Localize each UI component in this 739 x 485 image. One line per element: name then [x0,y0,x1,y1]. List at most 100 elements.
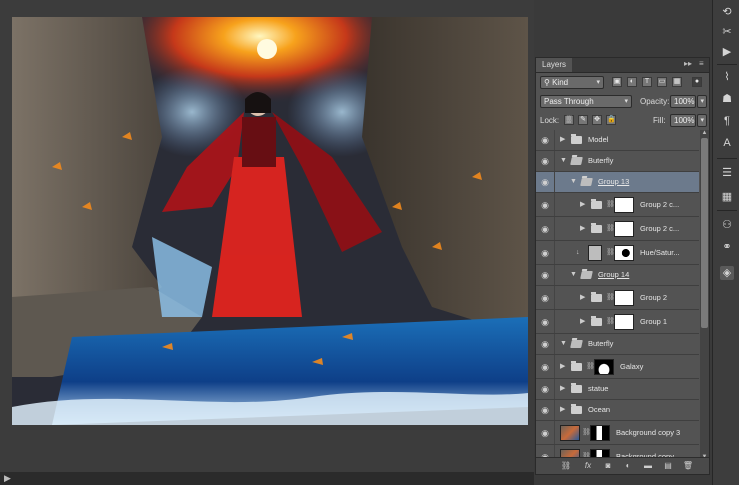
visibility-eye-icon[interactable]: ◉ [539,177,551,187]
layer-name[interactable]: Buterfly [588,155,613,167]
layer-name[interactable]: Model [588,134,608,146]
smart-object-filter-icon[interactable]: ▦ [672,77,682,87]
adjustment-icon[interactable]: ◐ [622,461,634,471]
layer-row[interactable]: ◉ ▼ Group 14 [536,265,699,286]
visibility-eye-icon[interactable]: ◉ [539,428,551,438]
visibility-eye-icon[interactable]: ◉ [539,270,551,280]
visibility-eye-icon[interactable]: ◉ [539,384,551,394]
adjustment-filter-icon[interactable]: ◐ [627,77,637,87]
opacity-slider-button[interactable]: ▾ [697,95,707,108]
trash-icon[interactable]: 🗑 [682,461,694,471]
layers-scrollbar[interactable]: ▲ ▼ [700,130,709,460]
collapse-triangle-icon[interactable]: ▼ [560,156,568,166]
fx-icon[interactable]: fx [582,461,594,471]
lock-pixels-icon[interactable]: ✎ [578,115,588,125]
layer-name[interactable]: Group 13 [598,176,629,188]
shape-filter-icon[interactable]: ▭ [657,77,667,87]
expand-triangle-icon[interactable]: ▶ [580,293,588,303]
tool-presets-icon[interactable]: ✂ [720,25,734,39]
visibility-eye-icon[interactable]: ◉ [539,293,551,303]
expand-triangle-icon[interactable]: ▶ [580,317,588,327]
layers-list[interactable]: ◉ ▶ Model ◉ ▼ Buterfly ◉ ▼ Group 13 ◉ ▶ ⛓ Group 2 c.… [536,130,699,460]
layer-mask-thumbnail[interactable] [594,358,614,375]
visibility-eye-icon[interactable]: ◉ [539,248,551,258]
document-canvas-area[interactable]: ▶ [0,0,534,485]
layer-name[interactable]: statue [588,383,608,395]
mask-link-icon[interactable]: ⛓ [586,362,595,372]
expand-triangle-icon[interactable]: ▶ [560,384,568,394]
layers-icon[interactable]: ◈ [720,266,734,280]
expand-arrow-icon[interactable]: ▶ [4,473,11,484]
layer-row[interactable]: ◉ ▶ ⛓ Group 2 c... [536,217,699,241]
collapse-triangle-icon[interactable]: ▼ [570,270,578,280]
mask-link-icon[interactable]: ⛓ [606,317,615,327]
expand-triangle-icon[interactable]: ▶ [560,405,568,415]
paragraph-icon[interactable]: ¶ [720,114,734,128]
layer-mask-thumbnail[interactable] [590,424,610,441]
blend-mode-select[interactable]: Pass Through ▾ [540,95,632,108]
filter-kind-select[interactable]: ⚲ Kind ▾ [540,76,604,89]
paths-icon[interactable]: ⚇ [720,218,734,232]
collapse-triangle-icon[interactable]: ▼ [570,177,578,187]
styles-icon[interactable]: ☰ [720,166,734,180]
layer-name[interactable]: Group 2 c... [640,199,679,211]
layer-row[interactable]: ◉ ⛓ Background copy 3 [536,421,699,445]
filter-toggle-icon[interactable]: ● [692,77,702,87]
brush-icon[interactable]: ⌇ [720,70,734,84]
pixel-filter-icon[interactable]: ▣ [612,77,622,87]
new-group-icon[interactable]: ▬ [642,461,654,471]
layer-mask-thumbnail[interactable] [614,220,634,237]
actions-icon[interactable]: ▶ [720,45,734,59]
layer-row[interactable]: ◉ ▶ ⛓ Group 1 [536,310,699,334]
layer-mask-thumbnail[interactable] [614,244,634,261]
fill-slider-button[interactable]: ▾ [697,114,707,127]
opacity-input[interactable]: 100% [670,95,696,108]
scroll-thumb[interactable] [701,138,708,328]
layer-mask-thumbnail[interactable] [614,196,634,213]
tab-layers[interactable]: Layers [536,58,573,72]
collapse-icon[interactable]: ▸▸ [684,59,692,68]
swatches-icon[interactable]: ▦ [720,190,734,204]
artwork-canvas[interactable] [12,17,528,425]
mask-link-icon[interactable]: ⛓ [606,293,615,303]
layer-name[interactable]: Galaxy [620,361,643,373]
new-layer-icon[interactable]: ▤ [662,461,674,471]
layer-name[interactable]: Hue/Satur... [640,247,680,259]
layer-row[interactable]: ◉ ▶ Ocean [536,400,699,421]
channels-icon[interactable]: ⚭ [720,240,734,254]
visibility-eye-icon[interactable]: ◉ [539,224,551,234]
visibility-eye-icon[interactable]: ◉ [539,405,551,415]
history-icon[interactable]: ⟲ [720,5,734,19]
link-icon[interactable]: ⛓ [560,461,572,471]
layer-row[interactable]: ◉ ▶ statue [536,379,699,400]
lock-position-icon[interactable]: ✥ [592,115,602,125]
clone-source-icon[interactable]: ☗ [720,92,734,106]
layer-row[interactable]: ◉ ▼ Buterfly [536,151,699,172]
scroll-up-icon[interactable]: ▲ [700,130,709,136]
layer-row[interactable]: ◉ ▶ ⛓ Galaxy [536,355,699,379]
layer-mask-thumbnail[interactable] [614,289,634,306]
character-icon[interactable]: A [720,136,734,150]
expand-triangle-icon[interactable]: ▶ [580,200,588,210]
visibility-eye-icon[interactable]: ◉ [539,362,551,372]
layer-row[interactable]: ◉ ↓ ⛓ Hue/Satur... [536,241,699,265]
mask-link-icon[interactable]: ⛓ [606,248,615,258]
mask-link-icon[interactable]: ⛓ [606,200,615,210]
fill-input[interactable]: 100% [670,114,696,127]
layer-mask-thumbnail[interactable] [614,313,634,330]
lock-all-icon[interactable]: 🔒 [606,115,616,125]
layer-name[interactable]: Buterfly [588,338,613,350]
layer-thumbnail[interactable] [560,424,580,441]
visibility-eye-icon[interactable]: ◉ [539,339,551,349]
layer-row[interactable]: ◉ ▶ ⛓ Group 2 c... [536,193,699,217]
layer-row[interactable]: ◉ ▶ Model [536,130,699,151]
layer-name[interactable]: Group 2 [640,292,667,304]
visibility-eye-icon[interactable]: ◉ [539,317,551,327]
visibility-eye-icon[interactable]: ◉ [539,200,551,210]
layer-row[interactable]: ◉ ▶ ⛓ Group 2 [536,286,699,310]
mask-link-icon[interactable]: ⛓ [582,428,591,438]
collapse-triangle-icon[interactable]: ▼ [560,339,568,349]
layer-name[interactable]: Group 14 [598,269,629,281]
layer-name[interactable]: Ocean [588,404,610,416]
expand-triangle-icon[interactable]: ▶ [560,362,568,372]
